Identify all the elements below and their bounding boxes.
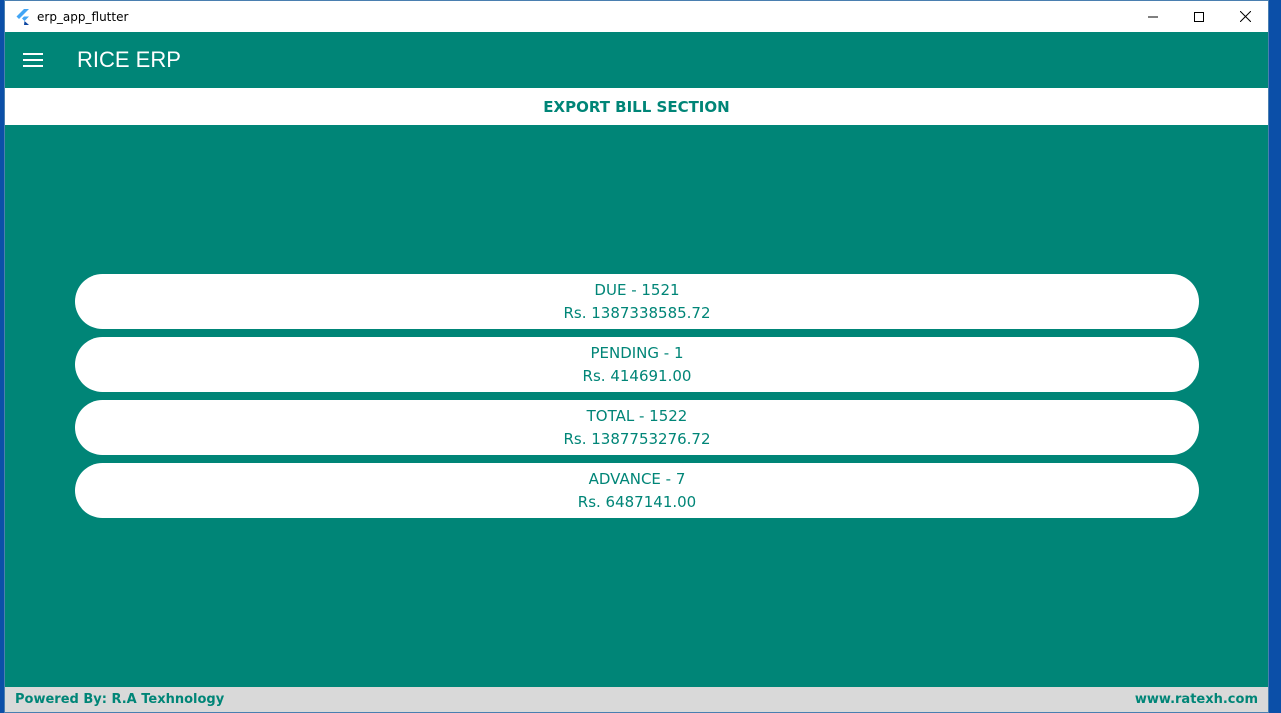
due-card[interactable]: DUE - 1521 Rs. 1387338585.72 — [75, 274, 1199, 329]
window-controls — [1130, 1, 1268, 32]
window-titlebar: erp_app_flutter — [5, 1, 1268, 32]
card-amount: Rs. 414691.00 — [582, 366, 692, 385]
flutter-logo-icon — [15, 8, 31, 25]
desktop-background — [1269, 0, 1281, 713]
section-title: EXPORT BILL SECTION — [543, 97, 730, 116]
app-title: RICE ERP — [77, 47, 181, 72]
card-label: ADVANCE - 7 — [588, 469, 686, 488]
maximize-button[interactable] — [1176, 1, 1222, 32]
section-header: EXPORT BILL SECTION — [5, 88, 1268, 125]
powered-by-text: Powered By: R.A Texhnology — [15, 692, 225, 707]
pending-card[interactable]: PENDING - 1 Rs. 414691.00 — [75, 337, 1199, 392]
minimize-button[interactable] — [1130, 1, 1176, 32]
card-label: PENDING - 1 — [590, 343, 684, 362]
card-amount: Rs. 1387338585.72 — [563, 303, 711, 322]
card-label: TOTAL - 1522 — [586, 406, 688, 425]
close-icon — [1239, 11, 1251, 22]
summary-card-list: DUE - 1521 Rs. 1387338585.72 PENDING - 1… — [75, 274, 1199, 526]
minimize-icon — [1148, 16, 1158, 17]
website-link[interactable]: www.ratexh.com — [1135, 692, 1258, 707]
footer-bar: Powered By: R.A Texhnology www.ratexh.co… — [5, 687, 1268, 712]
maximize-icon — [1194, 11, 1204, 22]
main-content: DUE - 1521 Rs. 1387338585.72 PENDING - 1… — [5, 125, 1268, 689]
card-amount: Rs. 1387753276.72 — [563, 429, 711, 448]
menu-button[interactable] — [5, 32, 61, 88]
total-card[interactable]: TOTAL - 1522 Rs. 1387753276.72 — [75, 400, 1199, 455]
advance-card[interactable]: ADVANCE - 7 Rs. 6487141.00 — [75, 463, 1199, 518]
menu-icon — [23, 53, 43, 67]
card-amount: Rs. 6487141.00 — [577, 492, 697, 511]
close-button[interactable] — [1222, 1, 1268, 32]
app-window: erp_app_flutter RICE ERP EXPORT BILL SEC… — [4, 0, 1269, 713]
app-bar: RICE ERP — [5, 32, 1268, 88]
window-title: erp_app_flutter — [37, 9, 129, 24]
card-label: DUE - 1521 — [594, 280, 680, 299]
